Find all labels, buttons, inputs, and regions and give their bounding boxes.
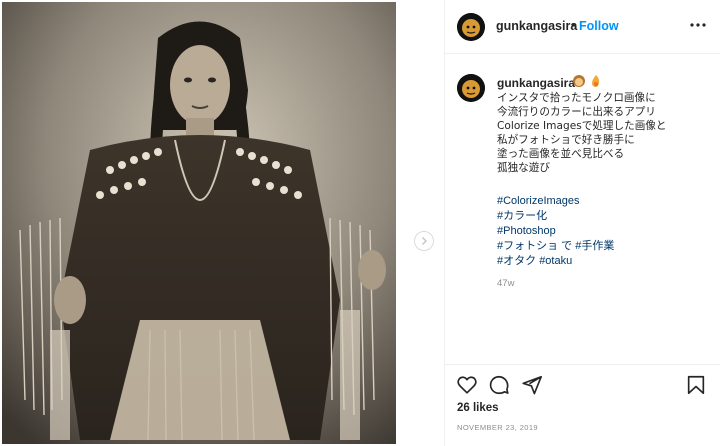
- more-options-icon: [690, 23, 706, 27]
- likes-count[interactable]: 26 likes: [457, 402, 499, 414]
- post-actions: 26 likes NOVEMBER 23, 2019: [445, 364, 720, 446]
- post-date: NOVEMBER 23, 2019: [457, 423, 539, 432]
- caption-timestamp[interactable]: 47w: [497, 278, 514, 289]
- caption-avatar[interactable]: [457, 74, 485, 102]
- next-photo-button[interactable]: [414, 231, 434, 251]
- caption-username[interactable]: gunkangasira: [497, 76, 575, 90]
- post-caption: gunkangasira インスタで拾ったモノクロ画像に 今流行りのカラーに出来…: [445, 54, 720, 364]
- bookmark-icon[interactable]: [685, 374, 707, 396]
- share-icon[interactable]: [521, 374, 543, 396]
- hashtag-list: #ColorizeImages #カラー化 #Photoshop #フォトショ …: [497, 194, 614, 269]
- fire-emoji: [592, 75, 600, 87]
- caption-line: インスタで拾ったモノクロ画像に: [497, 92, 656, 104]
- avatar-icon: [457, 74, 485, 102]
- caption-line: 今流行りのカラーに出来るアプリ: [497, 106, 656, 118]
- post-header: gunkangasira • Follow: [445, 0, 720, 54]
- caption-line: 私がフォトショで好き勝手に: [497, 134, 635, 146]
- caption-emoji: [572, 74, 603, 88]
- caption-line: 孤独な遊び: [497, 162, 550, 174]
- hashtag-link[interactable]: #Photoshop: [497, 225, 556, 237]
- hashtag-link[interactable]: #otaku: [539, 255, 572, 267]
- follow-button[interactable]: Follow: [579, 19, 619, 33]
- heart-icon[interactable]: [456, 374, 478, 396]
- avatar-icon: [457, 13, 485, 41]
- chevron-right-icon: [421, 236, 428, 246]
- hashtag-link[interactable]: #オタク: [497, 255, 536, 267]
- avatar[interactable]: [457, 13, 485, 41]
- post-side-panel: gunkangasira • Follow gunkangasira インスタで…: [445, 0, 720, 446]
- caption-line: 塗った画像を並べ見比べる: [497, 148, 625, 160]
- separator-dot: •: [571, 18, 576, 32]
- hashtag-link[interactable]: #手作業: [575, 240, 614, 252]
- hashtag-link[interactable]: #フォトショ で: [497, 240, 572, 252]
- woman-emoji: [573, 75, 585, 87]
- caption-line: Colorize Imagesで処理した画像と: [497, 120, 667, 132]
- comment-icon[interactable]: [488, 374, 510, 396]
- more-options-button[interactable]: [688, 15, 708, 35]
- post-photo[interactable]: [0, 0, 400, 446]
- hashtag-link[interactable]: #ColorizeImages: [497, 195, 580, 207]
- hashtag-link[interactable]: #カラー化: [497, 210, 547, 222]
- sepia-portrait-photo: [2, 2, 396, 444]
- caption-text: インスタで拾ったモノクロ画像に 今流行りのカラーに出来るアプリ Colorize…: [497, 91, 712, 175]
- header-username[interactable]: gunkangasira: [496, 19, 577, 33]
